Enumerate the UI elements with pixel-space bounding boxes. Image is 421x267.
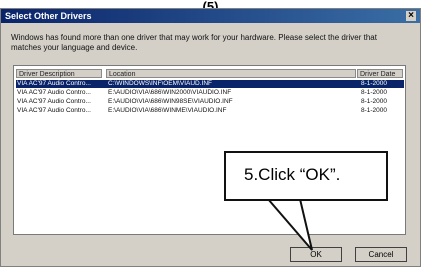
callout-pointer	[267, 198, 313, 251]
instruction-callout: 5.Click “OK”.	[224, 151, 388, 201]
